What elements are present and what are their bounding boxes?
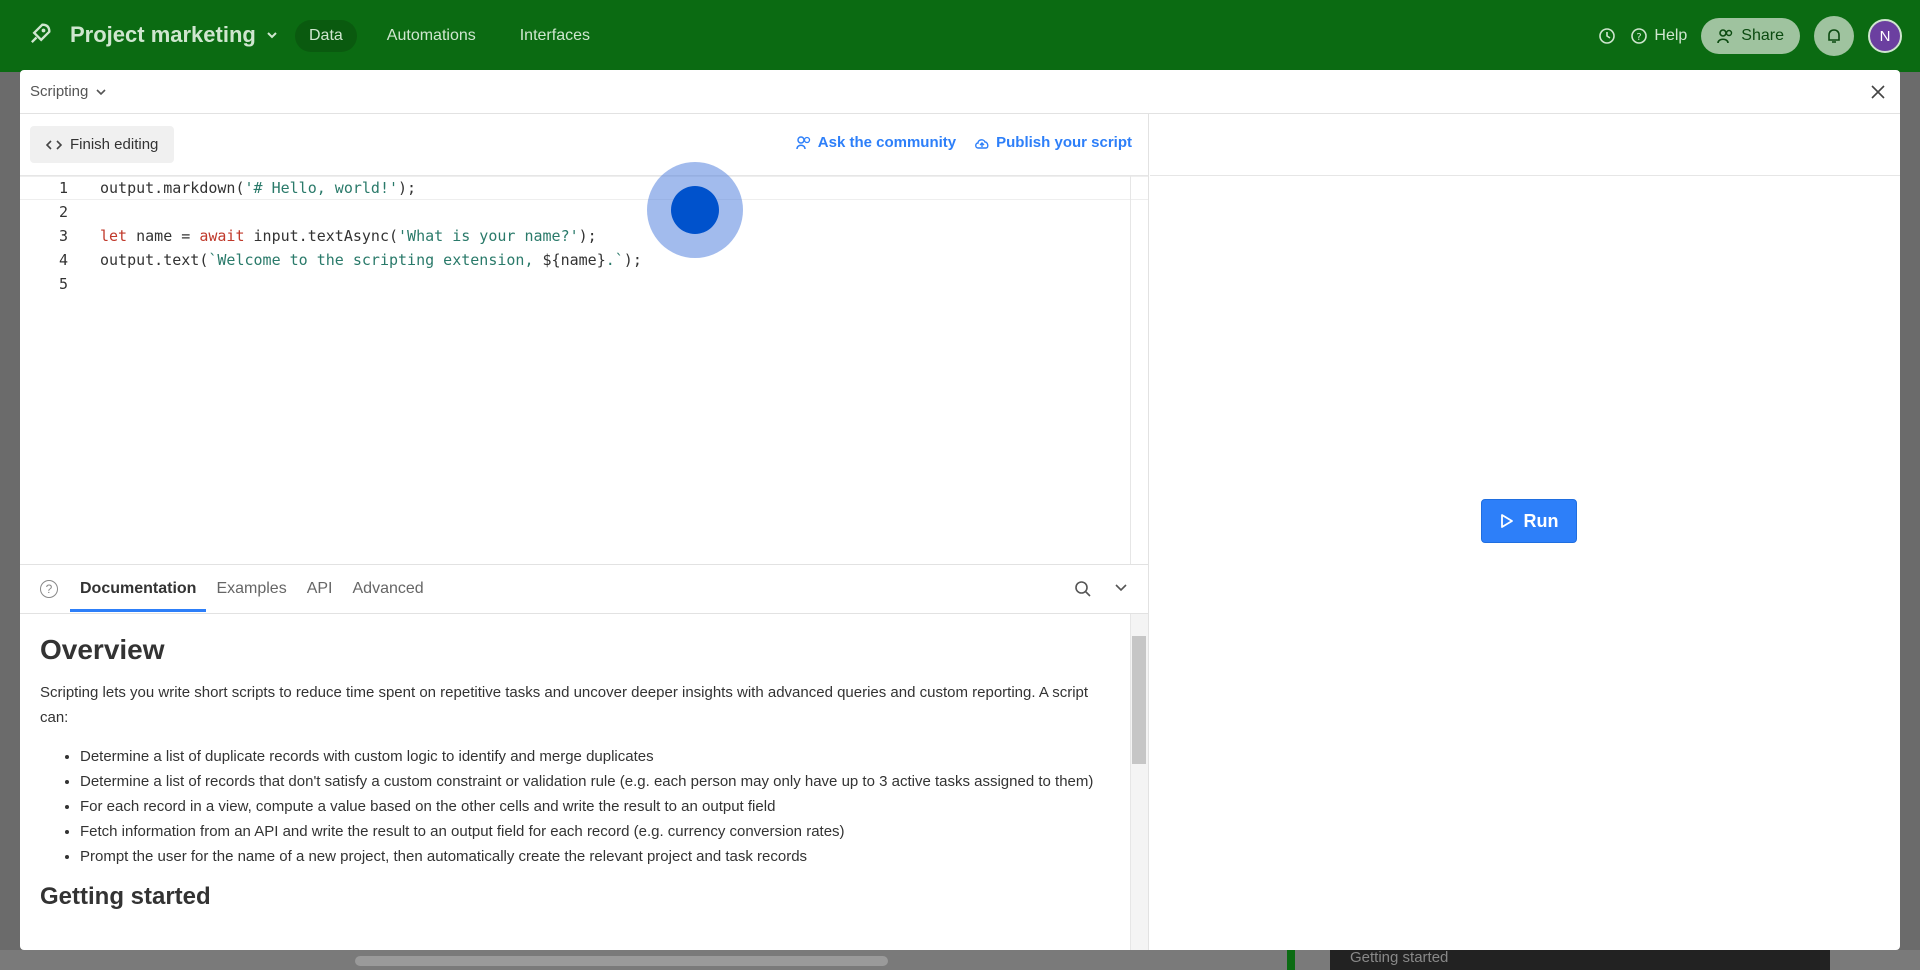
line-number: 4: [58, 251, 68, 269]
docs-content: Overview Scripting lets you write short …: [20, 614, 1149, 950]
docs-intro: Scripting lets you write short scripts t…: [40, 684, 1089, 726]
avatar[interactable]: N: [1868, 19, 1902, 53]
list-item: Determine a list of duplicate records wi…: [80, 744, 1110, 769]
cloud-upload-icon: [975, 138, 989, 149]
scripting-modal: Scripting Finish editing Ask the communi…: [20, 70, 1900, 950]
click-indicator-dot: [671, 186, 719, 234]
list-item: Fetch information from an API and write …: [80, 819, 1110, 844]
app-topbar: Project marketing Data Automations Inter…: [0, 0, 1920, 72]
users-icon: [1717, 29, 1733, 44]
code-editor[interactable]: 1 output.markdown('# Hello, world!'); 2 …: [20, 176, 1148, 564]
ask-community-label: Ask the community: [817, 134, 957, 151]
publish-script-link[interactable]: Publish your script: [974, 134, 1132, 151]
publish-script-label: Publish your script: [996, 134, 1132, 151]
output-header: [1150, 114, 1900, 176]
editor-toolbar: Finish editing Ask the community Publish…: [20, 114, 1148, 176]
rocket-icon[interactable]: [26, 20, 54, 48]
modal-title: Scripting: [30, 83, 89, 100]
users-icon: [796, 135, 810, 149]
close-icon[interactable]: [1868, 82, 1888, 102]
editor-pane: Finish editing Ask the community Publish…: [20, 114, 1149, 950]
bell-icon: [1828, 29, 1840, 43]
code-line: 5: [20, 272, 1148, 296]
project-name: Project marketing: [70, 22, 256, 47]
toolbar-links: Ask the community Publish your script: [796, 134, 1132, 151]
docs-subheading: Getting started: [40, 883, 211, 910]
share-label: Share: [1741, 27, 1784, 44]
help-label: Help: [1654, 27, 1688, 44]
modal-header: Scripting: [20, 70, 1900, 114]
editor-scrollbar[interactable]: [1130, 176, 1148, 564]
play-icon: [1500, 514, 1513, 528]
svg-text:?: ?: [1637, 32, 1642, 43]
docs-scroll-thumb[interactable]: [1132, 636, 1146, 764]
line-number: 3: [58, 227, 68, 245]
line-number: 1: [58, 179, 68, 197]
nav-interfaces[interactable]: Interfaces: [506, 20, 604, 52]
extension-title-menu[interactable]: Scripting: [30, 83, 106, 100]
code-line: 3 let name = await input.textAsync('What…: [20, 224, 1148, 248]
code-line-text: output.text(`Welcome to the scripting ex…: [100, 251, 642, 269]
chevron-down-icon: [96, 88, 106, 95]
nav-data[interactable]: Data: [295, 20, 357, 52]
help-circle-icon[interactable]: ?: [40, 580, 58, 598]
topbar-right: ? Help Share N: [1598, 16, 1902, 56]
code-line-text: output.markdown('# Hello, world!');: [100, 179, 417, 197]
docs-heading: Overview: [40, 634, 165, 665]
finish-editing-label: Finish editing: [70, 136, 159, 153]
help-button[interactable]: ? Help: [1630, 27, 1687, 45]
code-line-text: let name = await input.textAsync('What i…: [100, 227, 597, 245]
code-line: 1 output.markdown('# Hello, world!');: [20, 176, 1148, 200]
code-line: 2: [20, 200, 1148, 224]
code-icon: [46, 139, 62, 150]
help-icon: ?: [1631, 28, 1648, 44]
tab-advanced[interactable]: Advanced: [343, 566, 434, 612]
output-pane: Run: [1150, 114, 1900, 950]
ask-community-link[interactable]: Ask the community: [796, 134, 956, 151]
list-item: For each record in a view, compute a val…: [80, 794, 1110, 819]
line-number: 2: [58, 203, 68, 221]
run-button[interactable]: Run: [1481, 499, 1577, 543]
docs-bullets: Determine a list of duplicate records wi…: [40, 744, 1129, 869]
code-line: 4 output.text(`Welcome to the scripting …: [20, 248, 1148, 272]
search-icon[interactable]: [1074, 580, 1092, 598]
list-item: Determine a list of records that don't s…: [80, 769, 1110, 794]
share-button[interactable]: Share: [1701, 18, 1800, 54]
tab-examples[interactable]: Examples: [206, 566, 296, 612]
finish-editing-button[interactable]: Finish editing: [30, 126, 175, 163]
docs-tabbar: ? Documentation Examples API Advanced: [20, 564, 1148, 614]
nav-automations[interactable]: Automations: [373, 20, 490, 52]
top-nav: Data Automations Interfaces: [295, 20, 604, 52]
docs-tools: [1074, 580, 1128, 598]
tab-api[interactable]: API: [297, 566, 343, 612]
run-label: Run: [1523, 510, 1559, 531]
project-name-menu[interactable]: Project marketing: [70, 22, 278, 48]
background-scrollbar: [355, 956, 888, 966]
notifications-button[interactable]: [1814, 16, 1854, 56]
history-icon[interactable]: [1598, 27, 1616, 45]
docs-scrollbar[interactable]: [1130, 614, 1148, 950]
tab-documentation[interactable]: Documentation: [70, 566, 207, 612]
chevron-down-icon[interactable]: [1114, 580, 1128, 594]
chevron-down-icon: [267, 32, 277, 39]
line-number: 5: [58, 275, 68, 293]
list-item: Prompt the user for the name of a new pr…: [80, 844, 1110, 869]
